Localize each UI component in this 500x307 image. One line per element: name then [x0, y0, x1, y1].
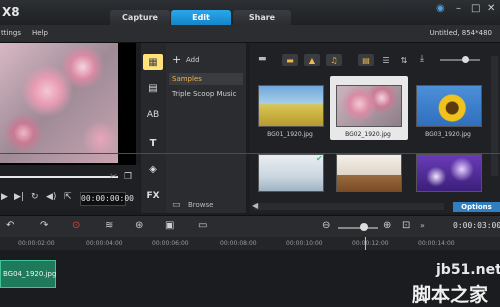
tab-edit[interactable]: Edit	[171, 10, 231, 25]
subtitle-icon[interactable]: ▣	[165, 220, 174, 231]
blossom-image[interactable]	[336, 85, 402, 127]
maximize-icon[interactable]: □	[471, 3, 480, 14]
repeat-icon[interactable]: ↻	[31, 192, 39, 202]
transition-icon[interactable]: AB	[143, 107, 163, 123]
fullscreen-icon[interactable]: ⇱	[64, 192, 72, 202]
ruler-label: 00:00:10:00	[286, 240, 323, 247]
folder-icon[interactable]: ▬	[258, 54, 267, 64]
project-info: Untitled, 854*480	[429, 29, 492, 37]
folder-panel	[166, 43, 246, 213]
thumbnail-label: BG02_1920.jpg	[345, 131, 391, 138]
audio-filter-icon[interactable]: ♫	[326, 54, 342, 66]
ruler-label: 00:00:08:00	[220, 240, 257, 247]
motion-tracking-icon[interactable]: ⊛	[135, 220, 143, 231]
thumbnail-view-icon[interactable]: ▤	[358, 54, 374, 66]
marker-line	[0, 153, 500, 154]
menu-settings[interactable]: ttings	[1, 29, 21, 37]
filter-icon[interactable]: FX	[143, 188, 163, 204]
sofa-image[interactable]	[336, 154, 402, 192]
ruler-label: 00:00:02:00	[18, 240, 55, 247]
folder-triple-scoop-music[interactable]: Triple Scoop Music	[172, 90, 236, 98]
sunflower-image[interactable]	[416, 85, 482, 127]
copy-icon[interactable]: ❐	[124, 172, 132, 182]
title-icon[interactable]: T	[143, 135, 163, 151]
ruler-label: 00:00:12:00	[352, 240, 389, 247]
globe-icon[interactable]: ◉	[436, 3, 445, 14]
timecode-field[interactable]: 00:00:00:00	[80, 192, 134, 206]
timeline-timecode[interactable]: 0:00:03:00	[453, 221, 500, 230]
photo-filter-icon[interactable]: ▲	[304, 54, 320, 66]
minimize-icon[interactable]: –	[456, 3, 461, 14]
options-button[interactable]: Options	[453, 202, 500, 212]
field-image[interactable]	[258, 85, 324, 127]
zoom-out-icon[interactable]: ⊖	[322, 220, 330, 231]
add-folder-button[interactable]: Add	[186, 56, 200, 64]
scrub-bar[interactable]	[0, 176, 118, 178]
media-icon[interactable]: ▦	[143, 54, 163, 70]
library-horizontal-scrollbar[interactable]	[254, 203, 444, 210]
audio-mixer-icon[interactable]: ≋	[105, 220, 113, 231]
ruler-label: 00:00:06:00	[152, 240, 189, 247]
list-view-icon[interactable]: ☰	[378, 54, 394, 66]
video-filter-icon[interactable]: ▬	[282, 54, 298, 66]
thumbnail-label: BG03_1920.jpg	[425, 131, 471, 138]
watermark-text: jb51.net	[436, 262, 500, 278]
close-icon[interactable]: ✕	[487, 3, 495, 14]
scroll-left-icon[interactable]: ◀	[252, 201, 258, 210]
play-icon[interactable]: ▶	[1, 192, 8, 202]
menu-bar	[0, 25, 500, 43]
zoom-slider[interactable]	[338, 227, 378, 229]
zoom-in-icon[interactable]: ⊕	[383, 220, 391, 231]
app-title: X8	[2, 5, 20, 19]
record-icon[interactable]: ⊙	[72, 220, 80, 231]
add-icon[interactable]: +	[172, 53, 181, 66]
sort-icon[interactable]: ⇅	[396, 54, 412, 66]
checkmark-icon: ✔	[316, 154, 323, 163]
ruler-label: 00:00:14:00	[418, 240, 455, 247]
next-frame-icon[interactable]: ▶|	[14, 192, 24, 202]
tab-capture[interactable]: Capture	[110, 10, 170, 25]
browse-icon[interactable]: ▭	[172, 200, 181, 210]
folder-samples[interactable]: Samples	[169, 73, 243, 85]
thumb-size-slider[interactable]	[440, 59, 480, 61]
thumb-size-knob[interactable]	[462, 56, 469, 63]
preview-image	[0, 43, 118, 163]
purple-lights-image[interactable]	[416, 154, 482, 192]
browse-button[interactable]: Browse	[188, 201, 214, 209]
instant-project-icon[interactable]: ▤	[143, 80, 163, 96]
timeline-clip[interactable]: BG04_1920.jpg	[0, 260, 56, 288]
library-vertical-scrollbar[interactable]	[491, 56, 498, 176]
cut-icon[interactable]: ✂	[110, 172, 118, 182]
menu-help[interactable]: Help	[32, 29, 48, 37]
graphic-icon[interactable]: ◈	[143, 161, 163, 177]
redo-icon[interactable]: ↷	[40, 220, 48, 231]
tab-share[interactable]: Share	[233, 10, 291, 25]
ruler-label: 00:00:04:00	[86, 240, 123, 247]
room-image[interactable]	[258, 154, 324, 192]
fit-project-icon[interactable]: ⊡	[402, 220, 410, 231]
undo-icon[interactable]: ↶	[6, 220, 14, 231]
volume-icon[interactable]: ◀)	[46, 192, 56, 202]
watermark-text: 脚本之家	[412, 284, 489, 306]
import-icon[interactable]: ⤓	[420, 54, 424, 64]
multi-camera-icon[interactable]: ▭	[198, 220, 207, 231]
chevron-icon[interactable]: »	[420, 221, 425, 230]
zoom-knob[interactable]	[360, 223, 368, 231]
thumbnail-label: BG01_1920.jpg	[267, 131, 313, 138]
